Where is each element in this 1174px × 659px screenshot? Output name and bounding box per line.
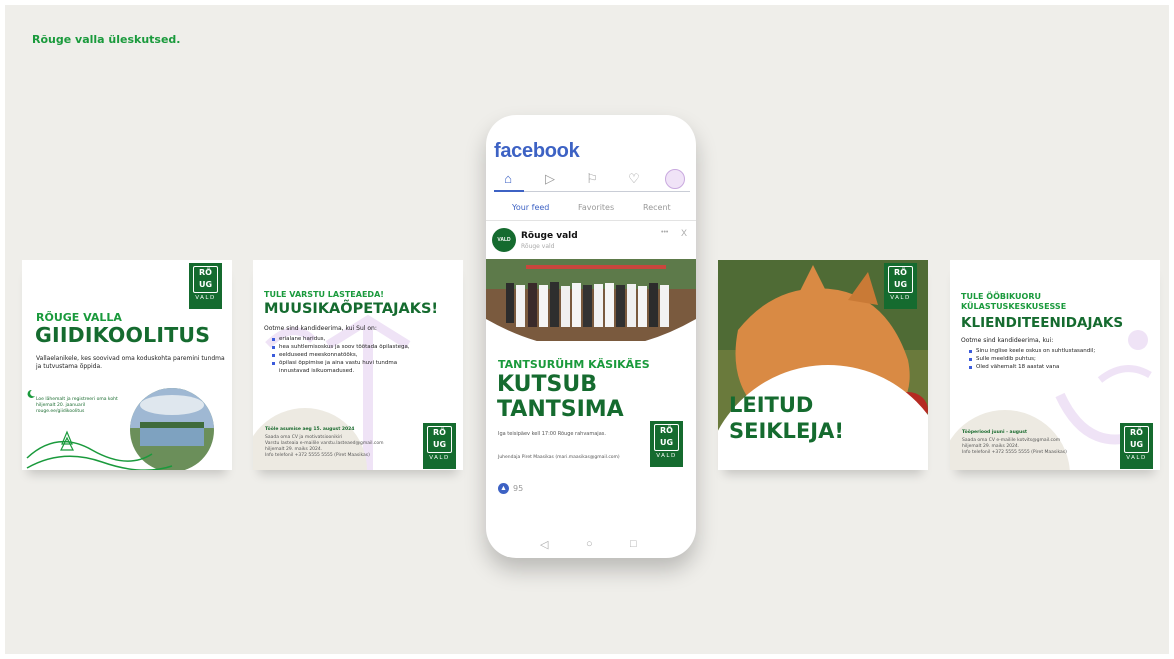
logo-mark: RÕ UG (1124, 426, 1149, 453)
post-kicker: TANTSURÜHM KÄSIKÄES (498, 358, 650, 371)
poster-muusikaopetaja: TULE VARSTU LASTEAEDA! MUUSIKAÕPETAJAKS!… (253, 260, 463, 470)
landscape-illustration (26, 370, 232, 470)
recents-icon[interactable]: □ (630, 538, 637, 550)
post-author[interactable]: Rõuge vald (521, 231, 578, 241)
logo-mark: RÕ UG (193, 266, 218, 293)
cloud (140, 395, 204, 415)
poster-contact: Saada oma CV e-mailile kotvits@gmail.com… (962, 438, 1067, 455)
tab-favorites[interactable]: Favorites (578, 203, 614, 212)
dancers-photo (486, 259, 696, 341)
home-icon[interactable]: ⌂ (499, 171, 517, 187)
back-icon[interactable]: ◁ (540, 538, 548, 551)
list-item: erialane haridus, (269, 335, 419, 343)
logo-word: VALD (890, 295, 911, 301)
post-text: Iga teisipäev kell 17:00 Rõuge rahvamaja… (498, 431, 606, 437)
logo-mark: RÕ UG (427, 426, 452, 453)
poster-kicker-1: TULE ÖÖBIKUORU (961, 292, 1041, 301)
bell-icon[interactable]: ♡ (625, 171, 643, 187)
more-options-icon[interactable]: ••• (661, 229, 668, 236)
list-item: Oled vähemalt 18 aastat vana (966, 363, 1116, 371)
tree-line (140, 422, 204, 428)
logo-mark: RÕ UG (888, 266, 913, 293)
poster-lead: Ootme sind kandideerima, kui: (961, 337, 1054, 344)
list-item: õpilasi õppimise ja aina vastu huvi tund… (269, 359, 419, 375)
page-title: Rõuge valla üleskutsed. (32, 33, 181, 46)
poster-lead: Ootme sind kandideerima, kui Sul on: (264, 325, 377, 332)
lake-water (140, 428, 204, 446)
poster-headline: KLIENDITEENIDAJAKS (961, 315, 1124, 331)
video-icon[interactable]: ▷ (541, 171, 559, 187)
rouge-vald-logo: RÕ UG VALD (1120, 423, 1153, 469)
poster-start-date: Tööle asumise aeg 15. august 2024 (265, 427, 355, 432)
page-avatar[interactable]: VALD (492, 228, 516, 252)
poster-headline-1: LEITUD (729, 393, 814, 417)
poster-kicker: TULE VARSTU LASTEAEDA! (264, 290, 384, 299)
like-icon[interactable]: ▲ (498, 483, 509, 494)
poster-leitud-seikleja: RÕ UG VALD LEITUD SEIKLEJA! (718, 260, 928, 470)
avatar-logo-text: VALD (497, 237, 511, 243)
flag-icon[interactable]: ⚐ (583, 171, 601, 187)
tab-recent[interactable]: Recent (643, 203, 671, 212)
rouge-vald-logo: RÕ UG VALD (423, 423, 456, 469)
profile-avatar[interactable] (665, 169, 685, 189)
logo-word: VALD (1126, 455, 1147, 461)
poster-giidikoolitus: RÕ UG VALD RÕUGE VALLA GIIDIKOOLITUS Val… (22, 260, 232, 470)
post-photo (486, 259, 696, 341)
poster-klienditeenindaja: TULE ÖÖBIKUORU KÜLASTUSKESKUSESSE KLIEND… (950, 260, 1160, 470)
post-headline-2: TANTSIMA (497, 397, 624, 422)
poster-contact: Saada oma CV ja motivatsioonikiri Varstu… (265, 435, 384, 458)
tab-your-feed[interactable]: Your feed (512, 203, 549, 212)
rouge-vald-logo: RÕ UG VALD (650, 421, 683, 467)
rouge-vald-logo: RÕ UG VALD (189, 263, 222, 309)
rouge-vald-logo: RÕ UG VALD (884, 263, 917, 309)
post-subtitle: Rõuge vald (521, 243, 555, 250)
home-circle-icon[interactable]: ○ (586, 538, 593, 550)
like-count: 95 (513, 484, 524, 493)
tree-icon (60, 430, 74, 451)
post-headline-1: KUTSUB (497, 372, 598, 397)
poster-kicker-2: KÜLASTUSKESKUSESSE (961, 302, 1067, 311)
poster-text: Vallaelanikele, kes soovivad oma kodusko… (36, 355, 225, 370)
poster-headline-2: SEIKLEJA! (729, 419, 844, 443)
poster-headline: GIIDIKOOLITUS (35, 323, 211, 347)
phone-mockup: facebook ⌂ ▷ ⚐ ♡ Your feed Favorites Rec… (486, 115, 696, 558)
logo-word: VALD (656, 453, 677, 459)
logo-word: VALD (195, 295, 216, 301)
post-fine-print: Juhendaja Piret Maasikas (mari.maasikas@… (498, 455, 620, 460)
list-item: Sinu inglise keele oskus on suhtlustasan… (966, 347, 1116, 355)
moon-icon (27, 389, 35, 398)
active-nav-indicator (494, 190, 524, 192)
facebook-logo: facebook (494, 140, 580, 162)
tabs-divider (486, 220, 696, 221)
close-icon[interactable]: X (681, 228, 687, 238)
logo-word: VALD (429, 455, 450, 461)
list-item: hea suhtlemisoskus ja soov töötada õpila… (269, 343, 419, 351)
list-item: eelduseed meeskonnatööks, (269, 351, 419, 359)
poster-period: Tööperiood juuni - august (962, 430, 1028, 435)
dot-shape (1128, 330, 1148, 350)
requirements-list: erialane haridus, hea suhtlemisoskus ja … (269, 335, 419, 375)
logo-mark: RÕ UG (654, 424, 679, 451)
poster-headline: MUUSIKAÕPETAJAKS! (264, 301, 439, 317)
list-item: Sulle meeldib puhtus; (966, 355, 1116, 363)
presentation-board: Rõuge valla üleskutsed. RÕ UG VALD RÕUGE… (5, 5, 1169, 654)
requirements-list: Sinu inglise keele oskus on suhtlustasan… (966, 347, 1116, 371)
